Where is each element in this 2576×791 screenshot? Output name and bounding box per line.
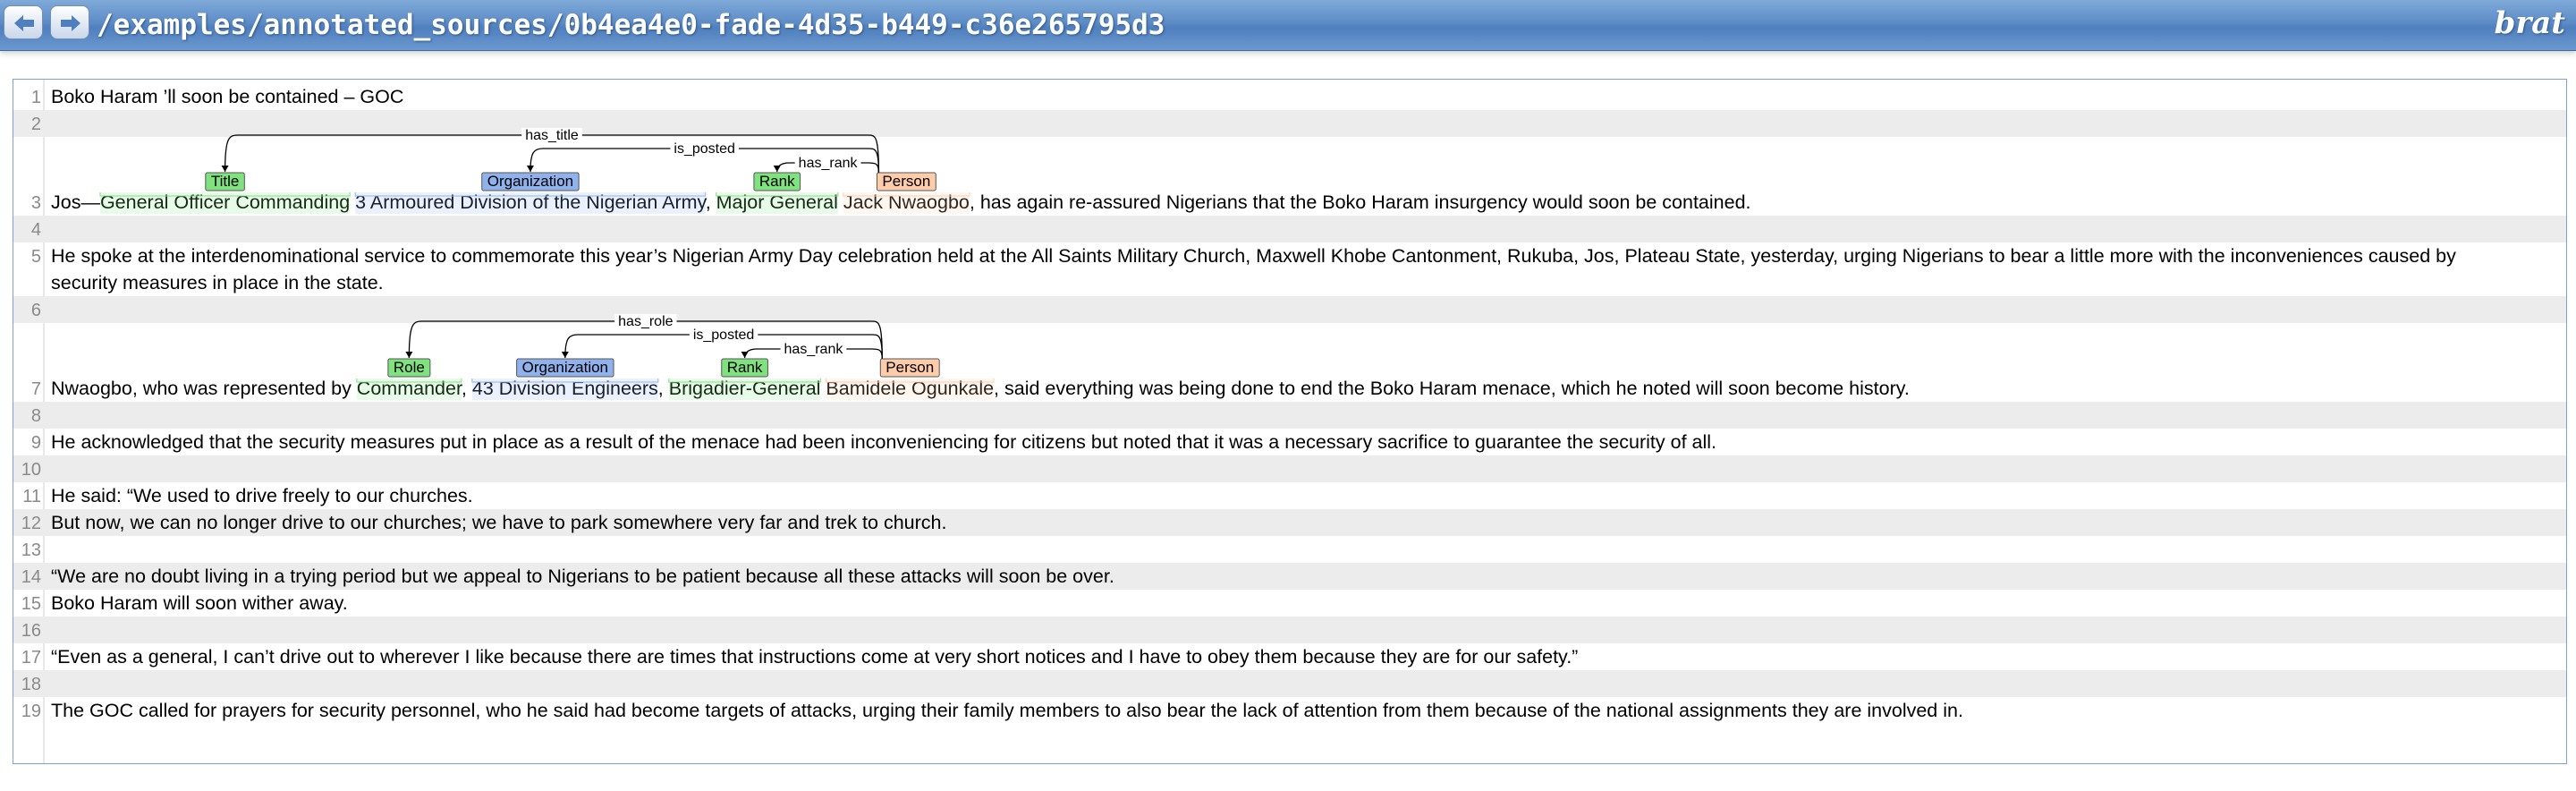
header-bar: /examples/annotated_sources/0b4ea4e0-fad… bbox=[0, 0, 2576, 51]
sentence-row: 11 He said: “We used to drive freely to o… bbox=[22, 485, 472, 506]
document-panel: 1 Boko Haram ’ll soon be contained – GOC 2… bbox=[13, 79, 2567, 764]
brat-logo: brat bbox=[2494, 5, 2565, 41]
sentence-text: security measures in place in the state. bbox=[51, 272, 384, 293]
line-number: 5 bbox=[31, 247, 41, 267]
row-background bbox=[13, 455, 2566, 482]
sentence-text: “Even as a general, I can’t drive out to… bbox=[51, 646, 1578, 668]
line-number: 16 bbox=[21, 621, 41, 641]
sentence-row: 12 But now, we can no longer drive to our… bbox=[13, 509, 2566, 536]
relation-label[interactable]: is_posted bbox=[693, 327, 755, 343]
line-number: 12 bbox=[21, 514, 41, 533]
entity-label[interactable]: Organization bbox=[522, 359, 608, 376]
sentence-row: 5 He spoke at the interdenominational ser… bbox=[31, 245, 2456, 293]
relation-label[interactable]: has_rank bbox=[784, 342, 844, 357]
arrowhead-icon bbox=[741, 352, 749, 358]
line-number: 14 bbox=[21, 567, 41, 587]
row-background bbox=[13, 110, 2566, 137]
sentence-row: 6 bbox=[13, 296, 2566, 323]
line-number: 13 bbox=[21, 540, 41, 560]
line-number: 6 bbox=[31, 301, 41, 320]
sentence-row: 8 bbox=[13, 402, 2566, 429]
entity-label[interactable]: Role bbox=[394, 359, 425, 376]
sentence-row: 18 bbox=[13, 670, 2566, 697]
entity-label[interactable]: Rank bbox=[727, 359, 763, 376]
line-number: 8 bbox=[31, 406, 41, 426]
line-number: 10 bbox=[21, 460, 41, 480]
annotation-layer: Role Organization Rank Person bbox=[356, 358, 995, 400]
line-number: 4 bbox=[31, 220, 41, 240]
sentence-text: Boko Haram will soon wither away. bbox=[51, 592, 348, 614]
sentence-row: 7 Nwaogbo, who was represented by Command… bbox=[31, 314, 1910, 400]
sentence-row: 1 Boko Haram ’ll soon be contained – GOC bbox=[31, 86, 404, 107]
sentence-row: 17 “Even as a general, I can’t drive out … bbox=[21, 646, 1579, 668]
line-number: 18 bbox=[21, 675, 41, 694]
line-number: 3 bbox=[31, 193, 41, 213]
row-background bbox=[13, 296, 2566, 323]
line-number: 1 bbox=[31, 88, 41, 107]
row-background bbox=[13, 216, 2566, 242]
entity-label[interactable]: Organization bbox=[487, 173, 573, 190]
entity-label[interactable]: Title bbox=[211, 173, 240, 190]
sentence-text: He acknowledged that the security measur… bbox=[51, 431, 1716, 453]
line-number: 9 bbox=[31, 433, 41, 453]
sentence-text: The GOC called for prayers for security … bbox=[51, 700, 1963, 721]
sentence-row: 19 The GOC called for prayers for securit… bbox=[21, 700, 1963, 721]
arrowhead-icon bbox=[561, 352, 569, 358]
line-number: 19 bbox=[21, 702, 41, 721]
sentence-text: He said: “We used to drive freely to our… bbox=[51, 485, 473, 506]
sentence-text: He spoke at the interdenominational serv… bbox=[51, 245, 2456, 267]
relation-label[interactable]: has_role bbox=[618, 314, 673, 329]
line-number: 17 bbox=[21, 648, 41, 668]
line-number: 2 bbox=[31, 115, 41, 134]
sentence-text: “We are no doubt living in a trying peri… bbox=[51, 566, 1114, 587]
forward-arrow-icon bbox=[61, 15, 80, 31]
sentence-row: 14 “We are no doubt living in a trying pe… bbox=[13, 563, 2566, 590]
relation-arcs: has_role is_posted has_rank bbox=[405, 314, 883, 360]
forward-button[interactable] bbox=[50, 5, 89, 39]
relation-label[interactable]: is_posted bbox=[674, 141, 735, 157]
sentence-row: 9 He acknowledged that the security measu… bbox=[31, 431, 1716, 453]
relation-label[interactable]: has_title bbox=[525, 128, 579, 143]
line-number: 7 bbox=[31, 379, 41, 399]
arrowhead-icon bbox=[405, 352, 413, 358]
sentence-text: But now, we can no longer drive to our c… bbox=[51, 512, 946, 533]
sentence-row: 10 bbox=[13, 455, 2566, 482]
entity-label[interactable]: Person bbox=[882, 173, 930, 190]
row-background bbox=[13, 617, 2566, 643]
sentence-row: 13 bbox=[21, 540, 41, 560]
line-number: 11 bbox=[22, 487, 41, 506]
row-background bbox=[13, 402, 2566, 429]
arrowhead-icon bbox=[773, 166, 781, 172]
sentence-row: 15 Boko Haram will soon wither away. bbox=[21, 592, 348, 614]
sentence-row: 3 Jos—General Officer Commanding 3 Armour… bbox=[31, 128, 1751, 214]
arrowhead-icon bbox=[526, 166, 534, 172]
sentence-row: 2 bbox=[13, 110, 2566, 137]
line-number: 15 bbox=[21, 594, 41, 614]
relation-arcs: has_title is_posted has_rank bbox=[221, 128, 880, 174]
document-view: 1 Boko Haram ’ll soon be contained – GOC 2… bbox=[13, 80, 2566, 763]
back-arrow-icon bbox=[14, 15, 34, 31]
back-button[interactable] bbox=[4, 5, 43, 39]
relation-label[interactable]: has_rank bbox=[799, 156, 859, 171]
entity-label[interactable]: Rank bbox=[759, 173, 795, 190]
entity-label[interactable]: Person bbox=[886, 359, 934, 376]
sentence-row: 4 bbox=[13, 216, 2566, 242]
document-path: /examples/annotated_sources/0b4ea4e0-fad… bbox=[97, 9, 1165, 41]
sentence-row: 16 bbox=[13, 617, 2566, 643]
sentence-text: Boko Haram ’ll soon be contained – GOC bbox=[51, 86, 403, 107]
arrowhead-icon bbox=[221, 166, 229, 172]
row-background bbox=[13, 670, 2566, 697]
